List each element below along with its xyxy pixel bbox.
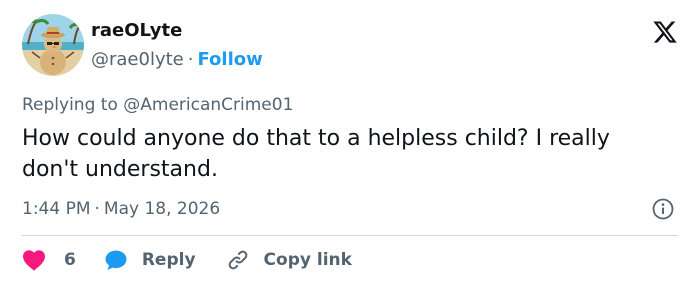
follow-button[interactable]: Follow <box>197 49 262 70</box>
separator-dot: · <box>94 199 100 219</box>
reply-context: Replying to @AmericanCrime01 <box>22 94 293 116</box>
action-bar: 6 Reply Copy link <box>22 246 352 274</box>
tweet-card: raeOLyte @rae0lyte · Follow Replying to @A… <box>0 0 700 287</box>
handle-line: @rae0lyte · Follow <box>91 49 263 71</box>
like-count: 6 <box>64 250 76 270</box>
tweet-timestamp[interactable]: 1:44 PM · May 18, 2026 <box>22 198 220 220</box>
link-icon <box>228 250 247 270</box>
reply-button[interactable]: Reply <box>104 248 196 272</box>
heart-icon <box>23 250 45 271</box>
tweet-text: How could anyone do that to a helpless c… <box>22 126 610 182</box>
divider <box>22 235 678 236</box>
tweet-date[interactable]: May 18, 2026 <box>104 199 220 219</box>
reply-prefix: Replying to <box>22 95 118 115</box>
reply-label: Reply <box>141 250 196 270</box>
copy-link-label: Copy link <box>263 250 352 270</box>
user-handle[interactable]: @rae0lyte <box>91 49 184 70</box>
display-name[interactable]: raeOLyte <box>91 20 182 42</box>
info-icon[interactable] <box>652 198 674 220</box>
reply-mention-link[interactable]: @AmericanCrime01 <box>123 95 293 115</box>
separator-dot: · <box>187 49 194 70</box>
tweet-time[interactable]: 1:44 PM <box>22 199 91 219</box>
avatar[interactable] <box>22 14 84 76</box>
x-logo-icon[interactable] <box>652 19 678 45</box>
speech-bubble-icon <box>105 250 127 270</box>
like-button[interactable]: 6 <box>22 249 76 271</box>
copy-link-button[interactable]: Copy link <box>226 248 352 272</box>
